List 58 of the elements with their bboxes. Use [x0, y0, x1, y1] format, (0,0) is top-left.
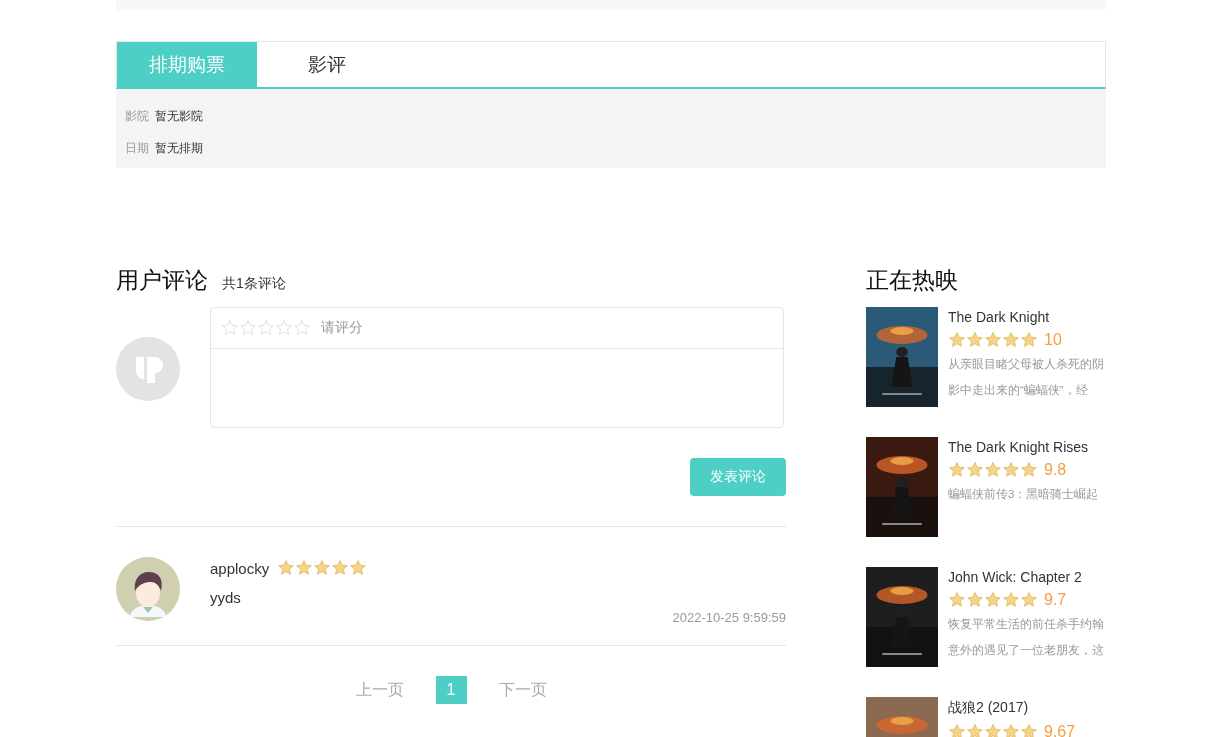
user-avatar-icon	[116, 557, 180, 621]
star-icon	[1002, 461, 1020, 479]
movie-summary: 从亲眼目睹父母被人杀死的阴影中走出来的“蝙蝠侠”，经	[948, 357, 1105, 398]
star-icon	[984, 591, 1002, 609]
star-icon	[313, 559, 332, 577]
movie-score: 10	[1044, 331, 1062, 349]
star-icon	[966, 331, 984, 349]
star-icon	[1020, 591, 1038, 609]
star-icon	[1020, 461, 1038, 479]
rating-hint: 请评分	[321, 319, 363, 337]
star-icon	[1020, 331, 1038, 349]
star-icon	[984, 331, 1002, 349]
section-title: 用户评论	[116, 266, 208, 295]
star-icon	[948, 461, 966, 479]
schedule-value: 暂无排期	[155, 139, 203, 157]
star-icon	[948, 591, 966, 609]
star-icon	[948, 331, 966, 349]
default-avatar-icon	[116, 337, 180, 401]
star-icon	[1002, 331, 1020, 349]
comment-time: 2022-10-25 9:59:59	[671, 610, 786, 625]
schedule-label: 影院	[125, 107, 149, 125]
star-icon	[331, 559, 350, 577]
schedule-value: 暂无影院	[155, 107, 203, 125]
movie-summary: 恢复平常生活的前任杀手约翰意外的遇见了一位老朋友，这	[948, 617, 1105, 658]
star-icon	[984, 461, 1002, 479]
movie-title[interactable]: John Wick: Chapter 2	[948, 569, 1106, 585]
movie-score: 9.67	[1044, 723, 1076, 737]
section-title: 正在热映	[866, 266, 959, 295]
star-icon	[1020, 723, 1038, 737]
tab[interactable]: 排期购票	[117, 42, 257, 87]
comment-count: 共1条评论	[222, 275, 286, 293]
movie-summary: 蝙蝠侠前传3：黑暗骑士崛起	[948, 487, 1100, 502]
movie-score: 9.7	[1044, 591, 1067, 609]
movie-title[interactable]: 战狼2 (2017)	[948, 699, 1106, 717]
star-icon	[966, 461, 984, 479]
submit-button[interactable]: 发表评论	[690, 458, 786, 496]
schedule-label: 日期	[125, 139, 149, 157]
star-icon	[349, 559, 368, 577]
star-icon	[984, 723, 1002, 737]
star-icon	[277, 559, 296, 577]
star-icon[interactable]	[275, 319, 293, 337]
star-icon[interactable]	[239, 319, 257, 337]
movie-title[interactable]: The Dark Knight Rises	[948, 439, 1106, 455]
movie-score: 9.8	[1044, 461, 1067, 479]
comment-text: yyds	[210, 589, 242, 606]
star-icon	[966, 591, 984, 609]
star-icon	[1002, 591, 1020, 609]
star-icon	[1002, 723, 1020, 737]
movie-title[interactable]: The Dark Knight	[948, 309, 1106, 325]
star-icon	[966, 723, 984, 737]
star-icon	[295, 559, 314, 577]
star-icon[interactable]	[293, 319, 311, 337]
username: applocky	[210, 559, 270, 577]
star-icon[interactable]	[221, 319, 239, 337]
page-number[interactable]: 1	[435, 676, 467, 704]
star-icon[interactable]	[257, 319, 275, 337]
star-icon	[948, 723, 966, 737]
comment-field[interactable]: 请评分	[210, 307, 784, 428]
